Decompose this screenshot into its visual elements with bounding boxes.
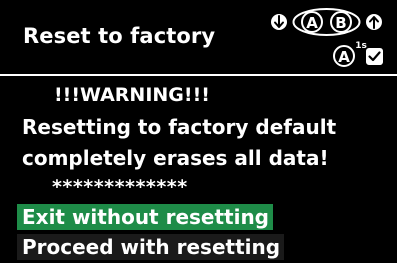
reset-screen: Reset to factory A B A 1s !!!WARNING!!! … (0, 0, 397, 263)
button-hints: A B A 1s (271, 8, 383, 67)
warning-message-line-2: completely erases all data! (22, 146, 329, 170)
arrow-up-icon (366, 14, 382, 30)
warning-title: !!!WARNING!!! (54, 84, 210, 106)
hold-a-icon: A (338, 48, 350, 66)
option-proceed-with-resetting[interactable]: Proceed with resetting (17, 234, 285, 260)
warning-message-line-1: Resetting to factory default (22, 115, 337, 139)
arrow-down-icon (271, 14, 287, 30)
header-divider (0, 74, 397, 76)
checkmark-icon (366, 48, 383, 65)
button-a-b-group: A B (292, 8, 361, 36)
hold-a-hint: A 1s (333, 41, 367, 67)
hold-duration-label: 1s (355, 41, 367, 51)
option-exit-without-resetting[interactable]: Exit without resetting (17, 204, 274, 230)
button-b-icon: B (335, 14, 346, 32)
button-a-icon: A (306, 14, 318, 32)
warning-separator: ************* (52, 176, 188, 198)
